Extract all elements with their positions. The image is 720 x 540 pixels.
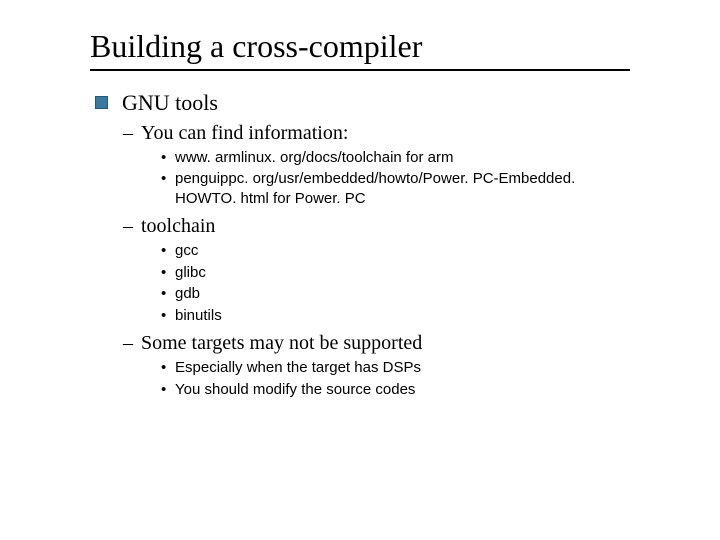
bullet-l3-group: • Especially when the target has DSPs • …	[161, 358, 660, 399]
bullet-l3: • You should modify the source codes	[161, 380, 660, 400]
bullet-l3-text: gcc	[175, 241, 198, 261]
square-bullet-icon	[95, 96, 108, 109]
bullet-l2-text: You can find information:	[141, 122, 348, 144]
bullet-l2-text: toolchain	[141, 215, 215, 237]
bullet-l3-text: penguippc. org/usr/embedded/howto/Power.…	[175, 169, 605, 208]
dot-bullet-icon: •	[161, 169, 175, 189]
dot-bullet-icon: •	[161, 263, 175, 283]
bullet-l3-text: You should modify the source codes	[175, 380, 415, 400]
dot-bullet-icon: •	[161, 380, 175, 400]
dot-bullet-icon: •	[161, 306, 175, 326]
dot-bullet-icon: •	[161, 284, 175, 304]
bullet-l3: • glibc	[161, 263, 660, 283]
bullet-l1-text: GNU tools	[122, 89, 218, 117]
bullet-l3: • www. armlinux. org/docs/toolchain for …	[161, 148, 660, 168]
bullet-l3: • binutils	[161, 306, 660, 326]
bullet-l3-text: Especially when the target has DSPs	[175, 358, 421, 378]
bullet-l3-text: glibc	[175, 263, 206, 283]
bullet-l3: • penguippc. org/usr/embedded/howto/Powe…	[161, 169, 660, 208]
bullet-l2: –toolchain	[123, 214, 660, 239]
bullet-l3: • gdb	[161, 284, 660, 304]
dash-bullet-icon: –	[123, 121, 141, 146]
bullet-l3-group: • gcc • glibc • gdb • binutils	[161, 241, 660, 325]
dot-bullet-icon: •	[161, 148, 175, 168]
bullet-l3-text: www. armlinux. org/docs/toolchain for ar…	[175, 148, 453, 168]
bullet-l3-text: binutils	[175, 306, 222, 326]
bullet-l3-text: gdb	[175, 284, 200, 304]
bullet-l2: –You can find information:	[123, 121, 660, 146]
dot-bullet-icon: •	[161, 358, 175, 378]
bullet-l1: GNU tools	[95, 89, 660, 117]
bullet-l2: –Some targets may not be supported	[123, 331, 660, 356]
bullet-l3: • Especially when the target has DSPs	[161, 358, 660, 378]
slide-body: GNU tools –You can find information: • w…	[95, 89, 660, 399]
bullet-l2-text: Some targets may not be supported	[141, 332, 422, 354]
slide-title: Building a cross-compiler	[90, 28, 660, 65]
dot-bullet-icon: •	[161, 241, 175, 261]
dash-bullet-icon: –	[123, 331, 141, 356]
dash-bullet-icon: –	[123, 214, 141, 239]
title-underline	[90, 69, 630, 71]
bullet-l3-group: • www. armlinux. org/docs/toolchain for …	[161, 148, 660, 209]
slide: Building a cross-compiler GNU tools –You…	[0, 0, 720, 540]
bullet-l3: • gcc	[161, 241, 660, 261]
